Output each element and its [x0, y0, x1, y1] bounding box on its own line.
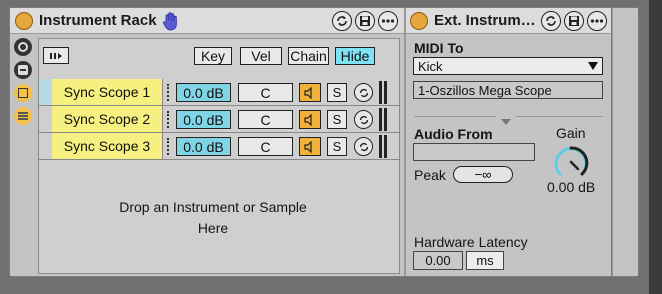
chain-hot-swap-icon[interactable] [354, 83, 373, 102]
chain-row[interactable]: Sync Scope 3 0.0 dB C S [39, 133, 399, 160]
speaker-icon[interactable] [299, 137, 321, 156]
show-chain-list-icon[interactable] [14, 84, 32, 102]
ext-title: Ext. Instrum… [434, 12, 536, 29]
chain-hot-swap-icon[interactable] [354, 137, 373, 156]
audio-from-dropdown[interactable] [413, 143, 535, 161]
speaker-icon[interactable] [299, 110, 321, 129]
ext-more-options-button[interactable] [587, 11, 607, 31]
chain-select-strip[interactable] [39, 133, 52, 159]
audio-from-label: Audio From [414, 126, 493, 142]
gain-knob[interactable] [550, 141, 592, 183]
chain-pan[interactable]: C [238, 83, 293, 102]
rack-macro-map-button[interactable] [332, 11, 352, 31]
ext-title-bar[interactable]: Ext. Instrum… [406, 8, 611, 34]
chain-pan[interactable]: C [238, 137, 293, 156]
speaker-icon[interactable] [299, 83, 321, 102]
rack-more-options-button[interactable] [378, 11, 398, 31]
solo-button[interactable]: S [327, 83, 347, 102]
velocity-zone-button[interactable]: Vel [240, 47, 282, 65]
rack-title: Instrument Rack [39, 12, 157, 29]
device-activator-button[interactable] [15, 12, 33, 30]
section-divider-icon [501, 112, 511, 130]
midi-to-value: Kick [418, 58, 443, 74]
hand-icon [162, 11, 180, 31]
device-activator-button[interactable] [410, 12, 428, 30]
ext-save-button[interactable] [564, 11, 584, 31]
solo-button[interactable]: S [327, 137, 347, 156]
key-zone-button[interactable]: Key [194, 47, 232, 65]
scroll-edge [649, 0, 662, 294]
chain-pan[interactable]: C [238, 110, 293, 129]
chain-select-button[interactable]: Chain [288, 47, 329, 65]
rack-save-button[interactable] [355, 11, 375, 31]
peak-label: Peak [414, 167, 446, 183]
drag-handle[interactable] [167, 138, 170, 155]
peak-display[interactable]: −∞ [453, 166, 513, 183]
external-instrument-device: Ext. Instrum… MIDI To Kick 1-Oszillos Me… [406, 8, 611, 276]
chain-view-icon[interactable] [14, 61, 32, 79]
chain-select-strip[interactable] [39, 79, 52, 105]
instrument-rack-device: Instrument Rack Key Vel Chain Hide Sync … [10, 8, 404, 276]
chain-select-strip[interactable] [39, 106, 52, 132]
midi-channel-dropdown[interactable]: 1-Oszillos Mega Scope [413, 81, 603, 99]
chain-volume[interactable]: 0.0 dB [176, 83, 231, 102]
hide-button[interactable]: Hide [335, 47, 375, 65]
latency-unit-button[interactable]: ms [466, 251, 504, 270]
gain-label: Gain [556, 125, 586, 141]
latency-value[interactable]: 0.00 [413, 251, 463, 270]
chain-name[interactable]: Sync Scope 3 [52, 133, 163, 159]
chain-hot-swap-icon[interactable] [354, 110, 373, 129]
chain-row[interactable]: Sync Scope 1 0.0 dB C S [39, 79, 399, 106]
chain-meter [379, 135, 387, 158]
midi-to-dropdown[interactable]: Kick [413, 57, 603, 75]
show-devices-icon[interactable] [14, 107, 32, 125]
chain-meter [379, 81, 387, 104]
chain-row[interactable]: Sync Scope 2 0.0 dB C S [39, 106, 399, 133]
chain-meter [379, 108, 387, 131]
dropdown-arrow-icon [588, 62, 598, 70]
chain-list: Sync Scope 1 0.0 dB C S Sync Scope 2 0.0… [39, 79, 399, 160]
drag-handle[interactable] [167, 84, 170, 101]
gain-value: 0.00 dB [547, 179, 596, 195]
drag-handle[interactable] [167, 111, 170, 128]
drop-zone[interactable]: Drop an Instrument or Sample Here [39, 161, 399, 273]
auto-select-toggle[interactable] [43, 47, 69, 64]
drop-hint-line2: Here [197, 220, 229, 236]
empty-device-slot[interactable] [612, 8, 638, 276]
chain-name[interactable]: Sync Scope 1 [52, 79, 163, 105]
midi-to-label: MIDI To [414, 40, 464, 56]
ext-hot-swap-button[interactable] [541, 11, 561, 31]
chain-volume[interactable]: 0.0 dB [176, 137, 231, 156]
chain-list-panel: Key Vel Chain Hide Sync Scope 1 0.0 dB C… [38, 38, 400, 274]
hardware-latency-label: Hardware Latency [414, 234, 528, 250]
chain-volume[interactable]: 0.0 dB [176, 110, 231, 129]
divider-line [414, 116, 496, 117]
solo-button[interactable]: S [327, 110, 347, 129]
chain-name[interactable]: Sync Scope 2 [52, 106, 163, 132]
divider-line [516, 116, 603, 117]
rack-view-column [12, 38, 34, 274]
macro-view-icon[interactable] [14, 38, 32, 56]
rack-title-bar[interactable]: Instrument Rack [10, 8, 404, 34]
drop-hint-line1: Drop an Instrument or Sample [119, 199, 307, 215]
